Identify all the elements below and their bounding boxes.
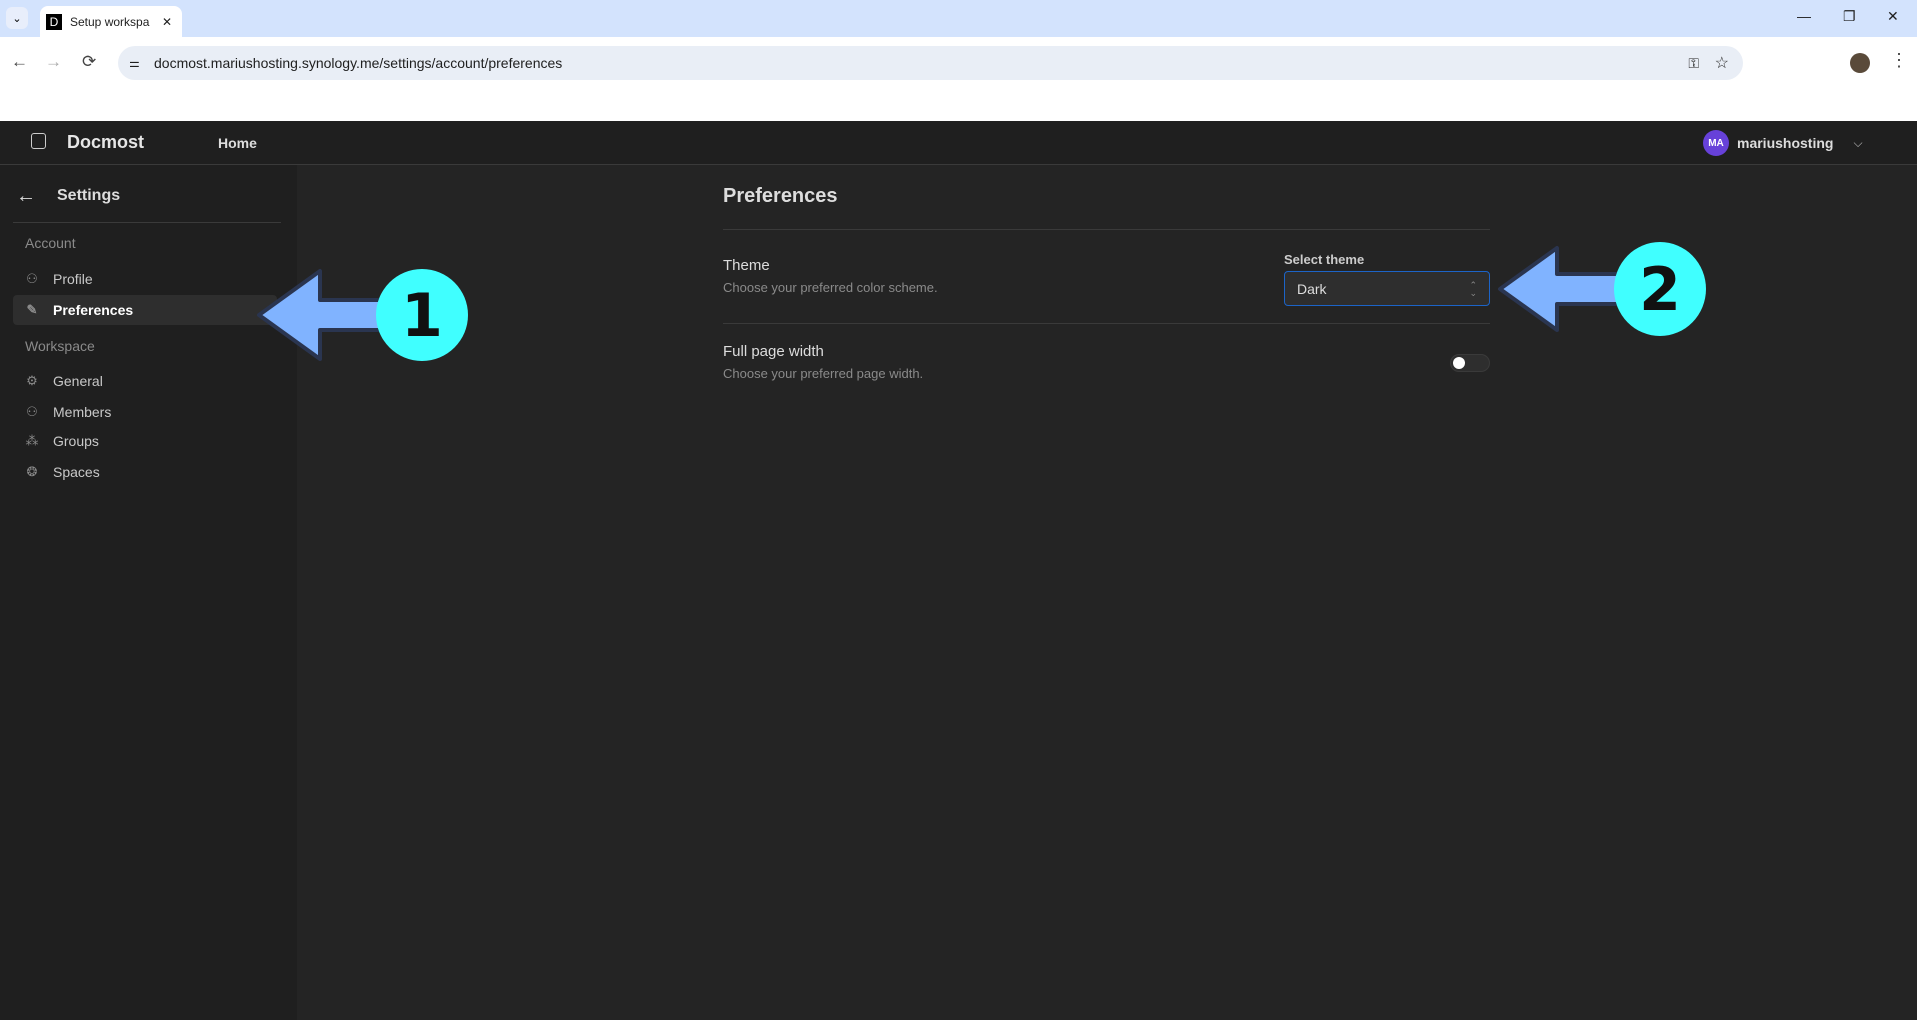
annotation-number-2: 2	[1639, 255, 1681, 325]
annotation-arrow-2	[1498, 246, 1627, 332]
annotation-layer: 1 2	[257, 242, 1706, 361]
annotation-number-1: 1	[401, 281, 443, 351]
annotation-arrow-1	[257, 269, 392, 361]
